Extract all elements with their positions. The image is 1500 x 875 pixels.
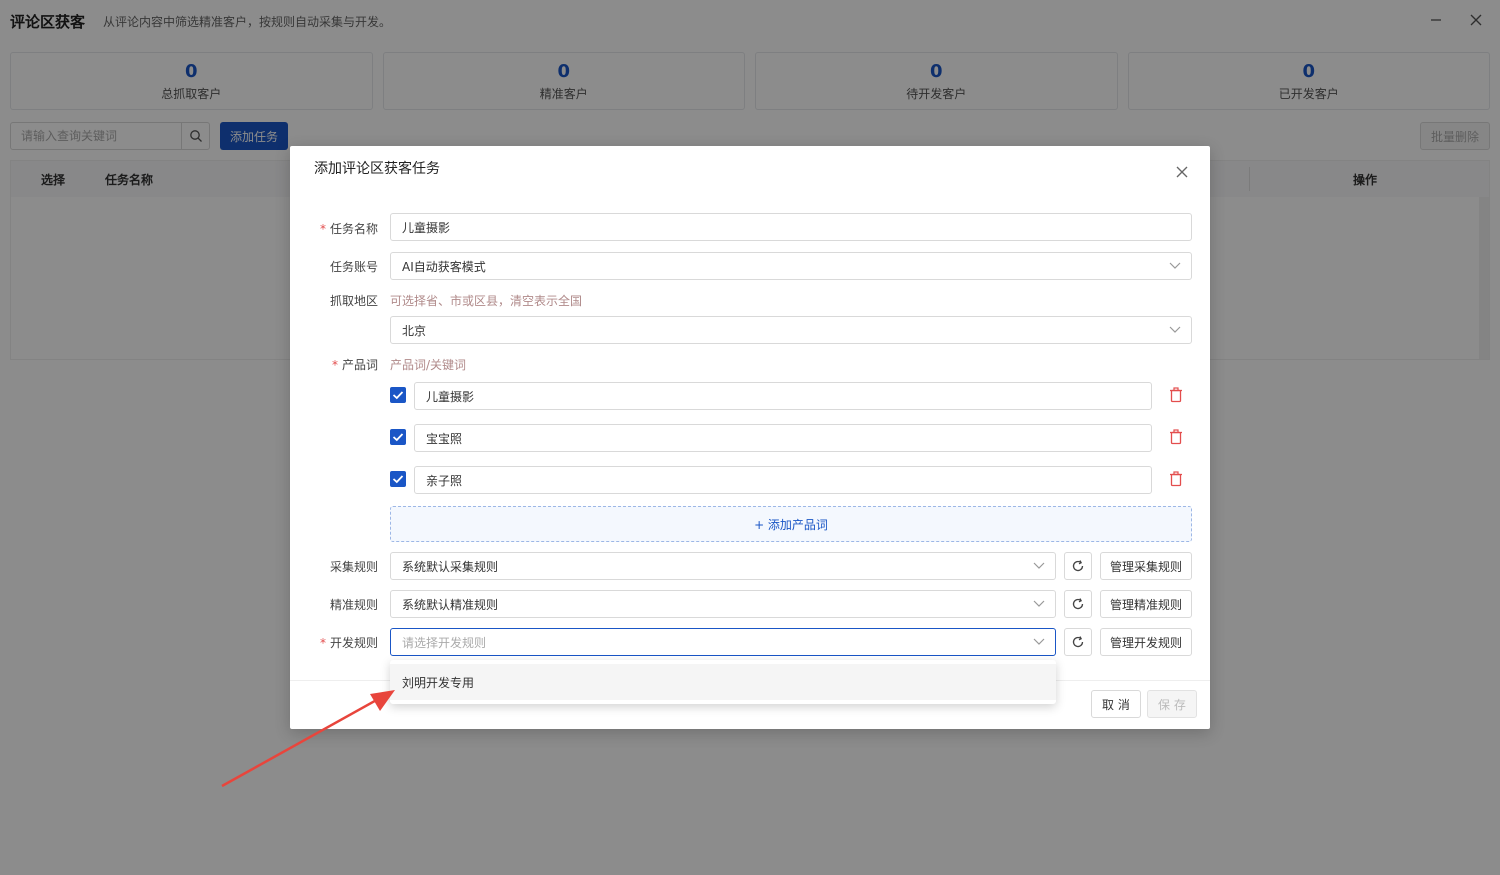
cancel-button[interactable]: 取 消 [1091, 690, 1141, 718]
refresh-icon [1072, 636, 1084, 648]
product-words-label-text: 产品词 [341, 358, 378, 372]
collect-rule-label: 采集规则 [329, 560, 378, 574]
product-word-value: 亲子照 [426, 473, 463, 488]
region-hint: 可选择省、市或区县，清空表示全国 [390, 294, 583, 308]
required-mark: * [319, 636, 326, 650]
delete-icon[interactable] [1169, 387, 1183, 403]
product-word-input[interactable]: 亲子照 [414, 466, 1152, 494]
add-product-word-button[interactable]: + 添加产品词 [390, 506, 1192, 542]
collect-rule-select[interactable]: 系统默认采集规则 [390, 552, 1056, 580]
refresh-icon [1072, 598, 1084, 610]
product-word-checkbox[interactable] [390, 471, 406, 487]
manage-collect-rule-button[interactable]: 管理采集规则 [1100, 552, 1193, 580]
product-word-checkbox[interactable] [390, 387, 406, 403]
dialog-title: 添加评论区获客任务 [314, 161, 440, 177]
task-name-value: 儿童摄影 [402, 220, 451, 235]
region-value: 北京 [402, 323, 427, 338]
delete-icon[interactable] [1169, 429, 1183, 445]
task-account-label: 任务账号 [329, 260, 378, 274]
manage-precise-rule-button[interactable]: 管理精准规则 [1100, 590, 1193, 618]
product-word-input[interactable]: 宝宝照 [414, 424, 1152, 452]
check-icon [392, 433, 404, 442]
chevron-down-icon [1169, 262, 1181, 269]
required-mark: * [319, 222, 326, 236]
product-word-checkbox[interactable] [390, 429, 406, 445]
task-account-value: AI自动获客模式 [402, 259, 486, 274]
collect-rule-value: 系统默认采集规则 [402, 559, 499, 574]
develop-rule-placeholder: 请选择开发规则 [402, 635, 487, 650]
check-icon [392, 475, 404, 484]
refresh-precise-rule-button[interactable] [1064, 590, 1092, 618]
develop-rule-label: * 开发规则 [290, 634, 378, 651]
task-name-label: * 任务名称 [290, 220, 378, 237]
task-name-input[interactable]: 儿童摄影 [390, 213, 1192, 241]
chevron-down-icon [1033, 562, 1045, 569]
chevron-down-icon [1033, 600, 1045, 607]
chevron-down-icon [1169, 326, 1181, 333]
precise-rule-select[interactable]: 系统默认精准规则 [390, 590, 1056, 618]
precise-rule-label: 精准规则 [329, 598, 378, 612]
precise-rule-value: 系统默认精准规则 [402, 597, 499, 612]
delete-icon[interactable] [1169, 471, 1183, 487]
close-icon[interactable] [1174, 164, 1190, 180]
product-word-value: 宝宝照 [426, 431, 463, 446]
required-mark: * [331, 358, 338, 372]
chevron-down-icon [1033, 638, 1045, 645]
manage-develop-rule-button[interactable]: 管理开发规则 [1100, 628, 1193, 656]
refresh-icon [1072, 560, 1084, 572]
dropdown-option[interactable]: 刘明开发专用 [390, 664, 1056, 700]
product-words-hint: 产品词/关键词 [390, 358, 467, 372]
task-name-label-text: 任务名称 [329, 222, 378, 236]
refresh-collect-rule-button[interactable] [1064, 552, 1092, 580]
develop-rule-label-text: 开发规则 [329, 636, 378, 650]
check-icon [392, 391, 404, 400]
save-button[interactable]: 保 存 [1147, 690, 1197, 718]
region-select[interactable]: 北京 [390, 316, 1192, 344]
region-label: 抓取地区 [329, 294, 378, 308]
task-account-select[interactable]: AI自动获客模式 [390, 252, 1192, 280]
product-word-input[interactable]: 儿童摄影 [414, 382, 1152, 410]
product-words-label: * 产品词 [290, 356, 378, 373]
product-word-value: 儿童摄影 [426, 389, 475, 404]
develop-rule-select[interactable]: 请选择开发规则 [390, 628, 1056, 656]
add-task-dialog: 添加评论区获客任务 * 任务名称 儿童摄影 任务账号 AI自动获客模式 抓取地区 … [290, 146, 1210, 729]
refresh-develop-rule-button[interactable] [1064, 628, 1092, 656]
develop-rule-dropdown: 刘明开发专用 [390, 660, 1056, 704]
